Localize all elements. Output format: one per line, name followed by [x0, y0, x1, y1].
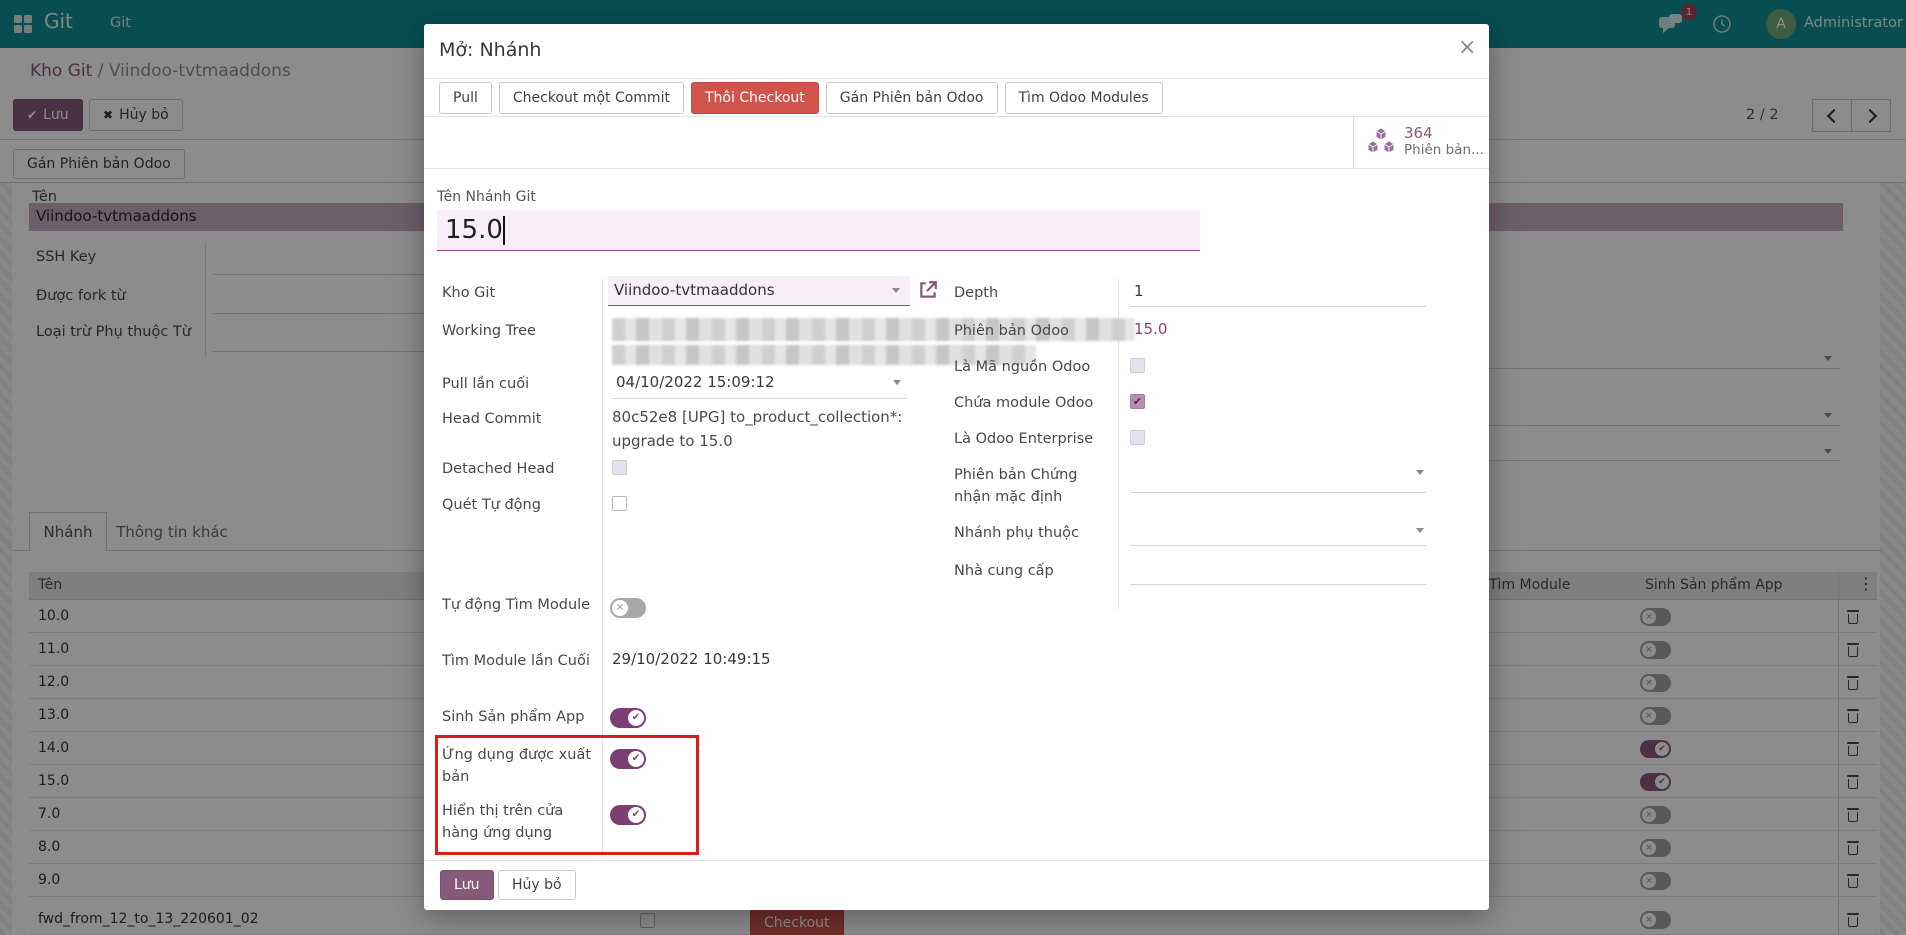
dependent-branch-label: Nhánh phụ thuộc: [954, 522, 1079, 544]
head-commit-line1: 80c52e8 [UPG] to_product_collection*:: [612, 408, 902, 426]
modal-cancel-button[interactable]: Hủy bỏ: [498, 870, 576, 900]
auto-scan-checkbox[interactable]: [612, 496, 627, 511]
repo-dropdown[interactable]: Viindoo-tvtmaaddons: [608, 276, 910, 306]
has-odoo-modules-label: Chứa module Odoo: [954, 392, 1093, 414]
depth-underline: [1130, 306, 1426, 307]
find-odoo-modules-button[interactable]: Tìm Odoo Modules: [1005, 82, 1163, 114]
auto-scan-label: Quét Tự động: [442, 494, 541, 516]
last-find-module-label: Tìm Module lần Cuối: [442, 650, 592, 672]
chevron-down-icon: [892, 288, 900, 293]
modal-title: Mở: Nhánh: [439, 39, 541, 61]
stat-label: Phiên bản...: [1404, 142, 1484, 158]
detached-head-checkbox: [612, 460, 627, 475]
last-pull-label: Pull lần cuối: [442, 373, 529, 395]
working-tree-label: Working Tree: [442, 320, 536, 342]
branch-modal: Mở: Nhánh × Pull Checkout một Commit Thô…: [424, 24, 1489, 910]
cubes-icon: [1364, 127, 1398, 157]
versions-stat-button[interactable]: 364 Phiên bản...: [1353, 116, 1489, 168]
statusbar-divider-bottom: [424, 168, 1489, 169]
stat-count: 364: [1404, 124, 1433, 142]
assign-odoo-version-button[interactable]: Gán Phiên bản Odoo: [826, 82, 998, 114]
modal-header-divider: [424, 78, 1489, 79]
vendor-label: Nhà cung cấp: [954, 560, 1054, 582]
chevron-down-icon: [893, 380, 901, 385]
statusbar-divider-top: [424, 116, 1489, 117]
is-odoo-source-label: Là Mã nguồn Odoo: [954, 356, 1090, 378]
external-link-icon[interactable]: [918, 280, 938, 300]
has-odoo-modules-checkbox: [1130, 394, 1145, 409]
auto-find-module-toggle[interactable]: [610, 598, 646, 618]
checkout-commit-button[interactable]: Checkout một Commit: [499, 82, 684, 114]
vendor-field[interactable]: [1130, 584, 1426, 585]
cert-version-label: Phiên bản Chứng nhận mặc định: [954, 464, 1106, 509]
show-on-store-toggle[interactable]: [610, 805, 646, 825]
detached-head-label: Detached Head: [442, 458, 554, 480]
pull-button[interactable]: Pull: [439, 82, 492, 114]
odoo-version-label: Phiên bản Odoo: [954, 320, 1069, 342]
last-pull-underline: [612, 398, 907, 399]
depth-value[interactable]: 1: [1134, 282, 1144, 300]
branch-name-input[interactable]: 15.0: [437, 210, 1200, 251]
repo-field-label: Kho Git: [442, 282, 495, 304]
modal-footer-divider: [424, 860, 1489, 861]
dependent-branch-field[interactable]: [1130, 545, 1426, 546]
stop-checkout-button[interactable]: Thôi Checkout: [691, 82, 819, 114]
close-icon[interactable]: ×: [1458, 37, 1476, 59]
show-on-store-label: Hiển thị trên cửa hàng ứng dụng: [442, 800, 594, 845]
chevron-down-icon: [1416, 528, 1424, 533]
odoo-version-value[interactable]: 15.0: [1134, 320, 1167, 338]
cert-version-field[interactable]: [1130, 492, 1426, 493]
modal-save-button[interactable]: Lưu: [440, 870, 494, 900]
is-enterprise-label: Là Odoo Enterprise: [954, 428, 1093, 450]
generate-app-toggle[interactable]: [610, 708, 646, 728]
app-published-label: Ứng dụng được xuất bản: [442, 744, 594, 789]
text-cursor: [503, 216, 505, 245]
app-published-toggle[interactable]: [610, 749, 646, 769]
generate-app-label: Sinh Sản phẩm App: [442, 706, 584, 728]
label-column-divider: [602, 279, 603, 609]
head-commit-label: Head Commit: [442, 408, 541, 430]
last-find-module-value: 29/10/2022 10:49:15: [612, 650, 771, 668]
depth-label: Depth: [954, 282, 998, 304]
head-commit-line2: upgrade to 15.0: [612, 432, 733, 450]
auto-find-module-label: Tự động Tìm Module: [442, 594, 592, 616]
modal-action-bar: Pull Checkout một Commit Thôi Checkout G…: [439, 82, 1163, 114]
is-odoo-source-checkbox: [1130, 358, 1145, 373]
chevron-down-icon: [1416, 470, 1424, 475]
last-pull-value[interactable]: 04/10/2022 15:09:12: [616, 373, 775, 391]
app-window: Git Git 1 A Administrator Kho Git / Viin…: [0, 0, 1906, 935]
branch-name-label: Tên Nhánh Git: [437, 189, 536, 205]
is-enterprise-checkbox: [1130, 430, 1145, 445]
